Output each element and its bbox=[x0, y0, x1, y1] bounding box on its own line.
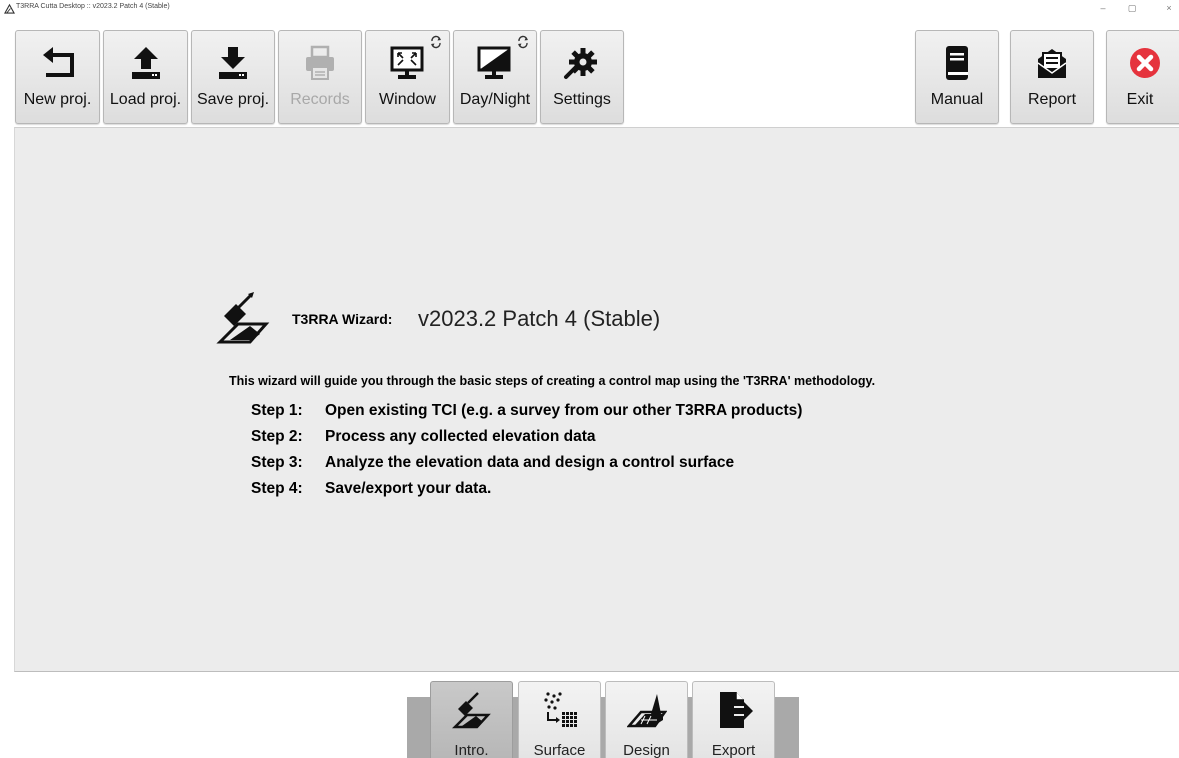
save-project-button[interactable]: Save proj. bbox=[191, 30, 275, 124]
tab-intro-label: Intro. bbox=[454, 742, 489, 758]
load-project-button[interactable]: Load proj. bbox=[103, 30, 188, 124]
gear-wrench-icon bbox=[564, 48, 597, 79]
design-surface-icon bbox=[626, 694, 667, 728]
wizard-step: Step 3: Analyze the elevation data and de… bbox=[251, 454, 734, 472]
report-envelope-icon bbox=[1037, 49, 1067, 78]
wizard-panel bbox=[14, 127, 1179, 672]
upload-icon bbox=[131, 47, 160, 79]
window-button[interactable]: Window bbox=[365, 30, 450, 124]
tab-design[interactable]: Design bbox=[605, 681, 688, 758]
tab-export-label: Export bbox=[711, 742, 756, 758]
manual-label: Manual bbox=[930, 91, 984, 108]
new-project-arrow-icon bbox=[42, 47, 74, 77]
window-label: Window bbox=[379, 91, 436, 108]
day-night-monitor-icon bbox=[477, 46, 511, 79]
day-night-button[interactable]: Day/Night bbox=[453, 30, 537, 124]
records-button[interactable]: Records bbox=[278, 30, 362, 124]
close-window-button[interactable]: × bbox=[1159, 1, 1179, 15]
window-monitor-icon bbox=[390, 46, 423, 79]
records-label: Records bbox=[290, 91, 350, 108]
wizard-version: v2023.2 Patch 4 (Stable) bbox=[418, 306, 661, 331]
wizard-step: Step 2: Process any collected elevation d… bbox=[251, 428, 596, 446]
exit-x-icon bbox=[1130, 48, 1160, 78]
step-number: Step 3: bbox=[251, 454, 303, 471]
download-icon bbox=[219, 47, 247, 79]
settings-button[interactable]: Settings bbox=[540, 30, 624, 124]
refresh-icon bbox=[518, 35, 528, 49]
wizard-intro-icon bbox=[451, 692, 491, 729]
step-number: Step 4: bbox=[251, 480, 303, 497]
report-label: Report bbox=[1027, 91, 1077, 108]
wizard-step: Step 1: Open existing TCI (e.g. a survey … bbox=[251, 402, 802, 420]
refresh-icon bbox=[431, 35, 441, 49]
new-project-button[interactable]: New proj. bbox=[15, 30, 100, 124]
manual-button[interactable]: Manual bbox=[915, 30, 999, 124]
new-project-label: New proj. bbox=[23, 91, 92, 108]
tab-surface[interactable]: Surface bbox=[518, 681, 601, 758]
tab-surface-label: Surface bbox=[533, 742, 586, 758]
step-number: Step 2: bbox=[251, 428, 303, 445]
exit-label: Exit bbox=[1126, 91, 1154, 108]
tab-design-label: Design bbox=[623, 742, 670, 758]
window-title: T3RRA Cutta Desktop :: v2023.2 Patch 4 (… bbox=[16, 3, 170, 10]
wizard-step: Step 4: Save/export your data. bbox=[251, 480, 491, 498]
minimize-button[interactable]: – bbox=[1093, 1, 1113, 15]
settings-label: Settings bbox=[553, 91, 611, 108]
load-project-label: Load proj. bbox=[109, 91, 182, 108]
exit-button[interactable]: Exit bbox=[1106, 30, 1179, 124]
book-icon bbox=[946, 46, 968, 80]
report-button[interactable]: Report bbox=[1010, 30, 1094, 124]
step-text: Process any collected elevation data bbox=[325, 428, 596, 445]
step-text: Analyze the elevation data and design a … bbox=[325, 454, 735, 471]
step-text: Save/export your data. bbox=[325, 480, 492, 497]
step-text: Open existing TCI (e.g. a survey from ou… bbox=[325, 402, 803, 419]
wizard-title: T3RRA Wizard: bbox=[292, 311, 393, 327]
tab-export[interactable]: Export bbox=[692, 681, 775, 758]
surface-points-grid-icon bbox=[543, 692, 577, 727]
export-file-arrow-icon bbox=[719, 692, 753, 728]
wizard-intro-text: This wizard will guide you through the b… bbox=[229, 374, 876, 388]
day-night-label: Day/Night bbox=[459, 91, 531, 108]
title-bar: T3RRA Cutta Desktop :: v2023.2 Patch 4 (… bbox=[0, 0, 1179, 18]
step-number: Step 1: bbox=[251, 402, 303, 419]
save-project-label: Save proj. bbox=[196, 91, 270, 108]
printer-icon bbox=[306, 45, 334, 80]
wizard-logo-icon bbox=[216, 292, 270, 344]
app-logo-icon bbox=[4, 3, 15, 14]
maximize-button[interactable]: ▢ bbox=[1122, 1, 1142, 15]
tab-intro[interactable]: Intro. bbox=[430, 681, 513, 758]
